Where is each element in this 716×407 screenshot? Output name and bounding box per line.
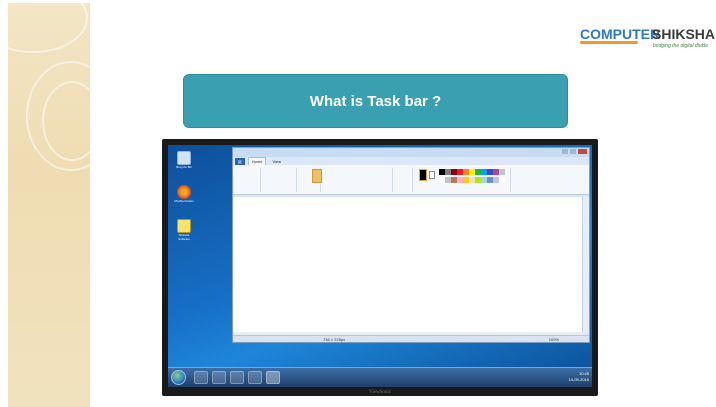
logo-swoosh (580, 41, 638, 44)
shiksha-icon (177, 219, 191, 233)
recycle-bin-icon (177, 151, 191, 165)
paint-taskbar-icon[interactable] (266, 371, 280, 384)
start-button[interactable] (171, 370, 186, 385)
file-menu-button[interactable]: ▤ (235, 157, 245, 165)
title-box: What is Task bar ? (183, 74, 568, 128)
slide: COMPUTER SHIKSHA bridging the digital di… (0, 0, 716, 407)
close-icon[interactable] (578, 149, 587, 154)
paint-window: ▤ Home View 736 × 378px 100% (232, 147, 590, 343)
media-player-icon[interactable] (230, 371, 244, 384)
decorative-strip (8, 3, 90, 407)
clipboard-group (235, 168, 261, 192)
internet-explorer-icon[interactable] (194, 371, 208, 384)
paint-canvas[interactable] (233, 197, 583, 333)
maximize-icon[interactable] (570, 149, 576, 154)
system-tray-clock[interactable]: 10:45 14-09-2016 (569, 371, 589, 383)
size-group (395, 168, 413, 192)
desktop-icon-firefox[interactable]: Mozilla Firefox (173, 185, 195, 203)
slide-title: What is Task bar ? (309, 92, 442, 110)
computer-shiksha-logo: COMPUTER SHIKSHA bridging the digital di… (580, 24, 716, 56)
paint-tabs: ▤ Home View (233, 157, 589, 165)
desktop-icon-label: Recycle Bin (176, 165, 192, 169)
desktop-icon-shiksha[interactable]: Shiksha Software (173, 219, 195, 241)
logo-tagline: bridging the digital divide (652, 43, 708, 49)
desktop-screen: Recycle Bin Mozilla Firefox Shiksha Soft… (168, 145, 592, 387)
logo-word-shiksha: SHIKSHA (652, 26, 716, 42)
canvas-size-text: 736 × 378px (323, 337, 346, 342)
clock-date: 14-09-2016 (568, 377, 589, 382)
desktop-icon-label: Mozilla Firefox (174, 199, 194, 203)
color2-swatch[interactable] (429, 171, 435, 179)
zoom-level: 100% (548, 337, 559, 342)
color-palette[interactable] (439, 169, 505, 183)
vertical-scrollbar[interactable] (582, 197, 589, 333)
windows-explorer-icon[interactable] (212, 371, 226, 384)
monitor-brand: ViewSonic (369, 390, 391, 395)
brushes-icon[interactable] (312, 169, 322, 183)
minimize-icon[interactable] (562, 149, 568, 154)
firefox-icon (177, 185, 191, 199)
desktop-icon-label: Shiksha Software (178, 233, 190, 241)
tab-view[interactable]: View (269, 159, 284, 164)
paint-statusbar: 736 × 378px 100% (233, 335, 589, 342)
image-group (263, 168, 297, 192)
monitor-screenshot: Recycle Bin Mozilla Firefox Shiksha Soft… (162, 139, 598, 396)
desktop-icon-recycle-bin[interactable]: Recycle Bin (173, 151, 195, 169)
color1-swatch[interactable] (419, 169, 427, 181)
tab-home[interactable]: Home (247, 157, 267, 165)
taskbar: 10:45 14-09-2016 (168, 367, 592, 387)
shiksha-taskbar-icon[interactable] (248, 371, 262, 384)
paint-titlebar (233, 148, 589, 157)
paint-ribbon (233, 165, 589, 195)
logo-word-computer: COMPUTER (580, 26, 661, 42)
shapes-group (323, 168, 393, 192)
